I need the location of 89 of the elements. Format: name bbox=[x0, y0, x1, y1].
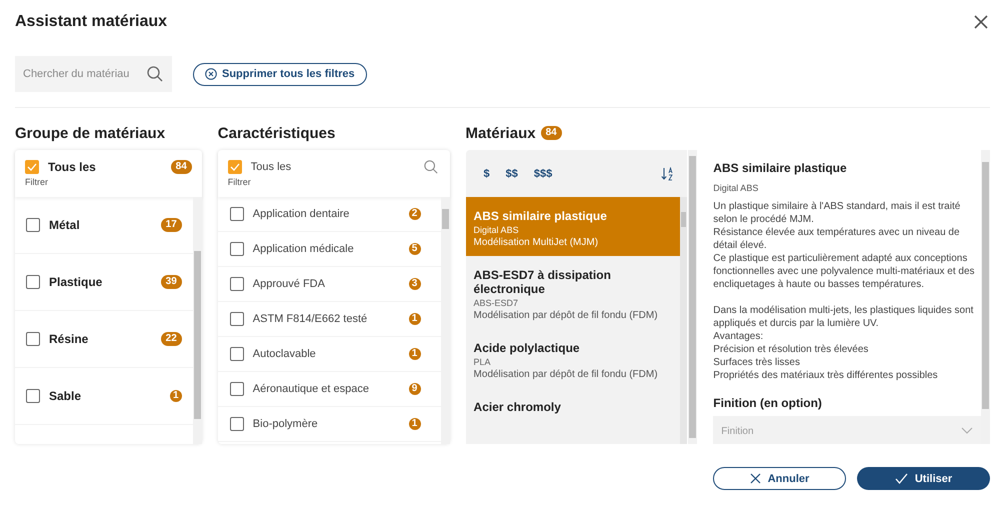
description-text: Surfaces très lisses bbox=[713, 356, 801, 369]
section-heading: Matériaux bbox=[466, 125, 536, 144]
search-icon[interactable] bbox=[424, 160, 438, 174]
scrollbar[interactable] bbox=[688, 150, 698, 444]
material-code: ABS-ESD7 bbox=[474, 298, 518, 308]
filter-label: Sable bbox=[49, 389, 82, 403]
count-badge: 17 bbox=[160, 218, 182, 232]
scrollbar[interactable] bbox=[981, 150, 990, 444]
material-code: PLA bbox=[474, 357, 491, 367]
material-title: ABS similaire plastique bbox=[713, 161, 848, 175]
count-badge: 1 bbox=[408, 418, 421, 430]
filter-label: Aéronautique et espace bbox=[252, 383, 370, 395]
material-code: Digital ABS bbox=[713, 183, 760, 193]
description-text: Résistance élevée aux températures avec un niveau de détail élevé. bbox=[713, 226, 961, 252]
description-text: Un plastique similaire à l'ABS standard, mais il est traité selon le procédé MJM. bbox=[713, 200, 962, 226]
material-name: ABS similaire plastique bbox=[474, 209, 607, 223]
count-badge: 22 bbox=[160, 332, 182, 346]
section-heading: Groupe de matériaux bbox=[15, 125, 166, 144]
price-filter[interactable]: $$ bbox=[500, 168, 524, 180]
checkbox[interactable] bbox=[26, 275, 40, 289]
checkbox[interactable] bbox=[230, 277, 244, 291]
checkmark-icon bbox=[894, 473, 908, 484]
dialog-title: Assistant matériaux bbox=[15, 13, 168, 31]
count-badge: 1 bbox=[170, 390, 182, 402]
checkbox[interactable] bbox=[26, 218, 40, 232]
description-text: Dans la modélisation multi-jets, les plastiques liquides sont appliqués et durcis par la lumière UV. bbox=[713, 304, 974, 330]
cancel-button[interactable]: Annuler bbox=[713, 467, 846, 490]
sort-icon[interactable] bbox=[661, 166, 676, 180]
filter-label: Application dentaire bbox=[252, 208, 350, 220]
confirm-button[interactable]: Utiliser bbox=[857, 467, 990, 490]
filter-caption: Filtrer bbox=[25, 177, 49, 187]
scrollbar[interactable] bbox=[440, 197, 450, 444]
search-field[interactable]: Chercher du matériau bbox=[15, 56, 172, 92]
material-process: Modélisation par dépôt de fil fondu (FDM) bbox=[474, 310, 658, 321]
material-item[interactable]: Acide polylactique PLA Modélisation par dépôt de fil fondu (FDM) bbox=[466, 329, 680, 388]
filter-label: Approuvé FDA bbox=[252, 278, 326, 290]
material-name: Acide polylactique bbox=[474, 341, 580, 355]
search-icon bbox=[147, 66, 163, 82]
material-item[interactable]: Acier chromoly bbox=[466, 388, 680, 422]
description-text: Ce plastique est particulièrement adapté aux conceptions fonctionnelles avec une polyvalence multi-matériaux et des encliquetages à haute ou basses températures. bbox=[713, 252, 976, 291]
checkbox[interactable] bbox=[230, 347, 244, 361]
clear-filters-button[interactable]: Supprimer tous les filtres bbox=[193, 62, 367, 86]
material-name: Acier chromoly bbox=[474, 400, 561, 414]
checkbox[interactable] bbox=[230, 417, 244, 431]
material-item[interactable]: ABS-ESD7 à dissipation électronique ABS-ESD7 Modélisation par dépôt de fil fondu (FDM) bbox=[466, 256, 680, 329]
chevron-icon bbox=[961, 427, 973, 435]
clear-icon bbox=[205, 68, 217, 80]
price-filter[interactable]: $ bbox=[478, 168, 496, 180]
count-badge: 1 bbox=[408, 348, 421, 360]
close-icon[interactable] bbox=[972, 13, 990, 31]
filter-label: Tous les bbox=[250, 161, 292, 173]
filter-label: Bio-polymère bbox=[252, 418, 319, 430]
count-badge: 84 bbox=[540, 126, 562, 140]
scrollbar[interactable] bbox=[192, 197, 202, 444]
filter-label: Résine bbox=[49, 332, 90, 346]
count-badge: 5 bbox=[408, 243, 421, 255]
checkbox[interactable] bbox=[25, 160, 39, 174]
checkbox[interactable] bbox=[230, 207, 244, 221]
filter-label: Application médicale bbox=[252, 243, 355, 255]
description-text: Précision et résolution très élevées bbox=[713, 343, 870, 356]
filter-label: Autoclavable bbox=[252, 348, 317, 360]
filter-label: Tous les bbox=[48, 160, 97, 174]
checkbox[interactable] bbox=[26, 389, 40, 403]
checkbox[interactable] bbox=[230, 382, 244, 396]
description-text: Propriétés des matériaux très différentes possibles bbox=[713, 369, 939, 382]
count-badge: 39 bbox=[160, 275, 182, 289]
filter-label: ASTM F814/E662 testé bbox=[252, 313, 368, 325]
filter-caption: Filtrer bbox=[228, 177, 252, 187]
scrollbar[interactable] bbox=[680, 197, 688, 444]
finish-heading: Finition (en option) bbox=[713, 396, 823, 410]
count-badge: 84 bbox=[170, 160, 192, 174]
material-process: Modélisation par dépôt de fil fondu (FDM) bbox=[474, 369, 658, 380]
price-filter[interactable]: $$$ bbox=[528, 168, 558, 180]
close-icon bbox=[750, 473, 761, 484]
filter-label: Plastique bbox=[49, 275, 104, 289]
checkbox[interactable] bbox=[26, 332, 40, 346]
count-badge: 1 bbox=[408, 313, 421, 325]
checkbox[interactable] bbox=[230, 242, 244, 256]
material-name: ABS-ESD7 à dissipation électronique bbox=[474, 268, 612, 296]
description-text: Avantages: bbox=[713, 330, 764, 343]
material-process: Modélisation MultiJet (MJM) bbox=[474, 237, 598, 248]
count-badge: 2 bbox=[408, 208, 421, 220]
material-code: Digital ABS bbox=[474, 225, 519, 235]
section-heading: Caractéristiques bbox=[218, 125, 336, 144]
count-badge: 3 bbox=[408, 278, 421, 290]
checkbox[interactable] bbox=[230, 312, 244, 326]
filter-label: Métal bbox=[49, 218, 81, 232]
checkbox[interactable] bbox=[228, 160, 242, 174]
count-badge: 9 bbox=[408, 383, 421, 395]
